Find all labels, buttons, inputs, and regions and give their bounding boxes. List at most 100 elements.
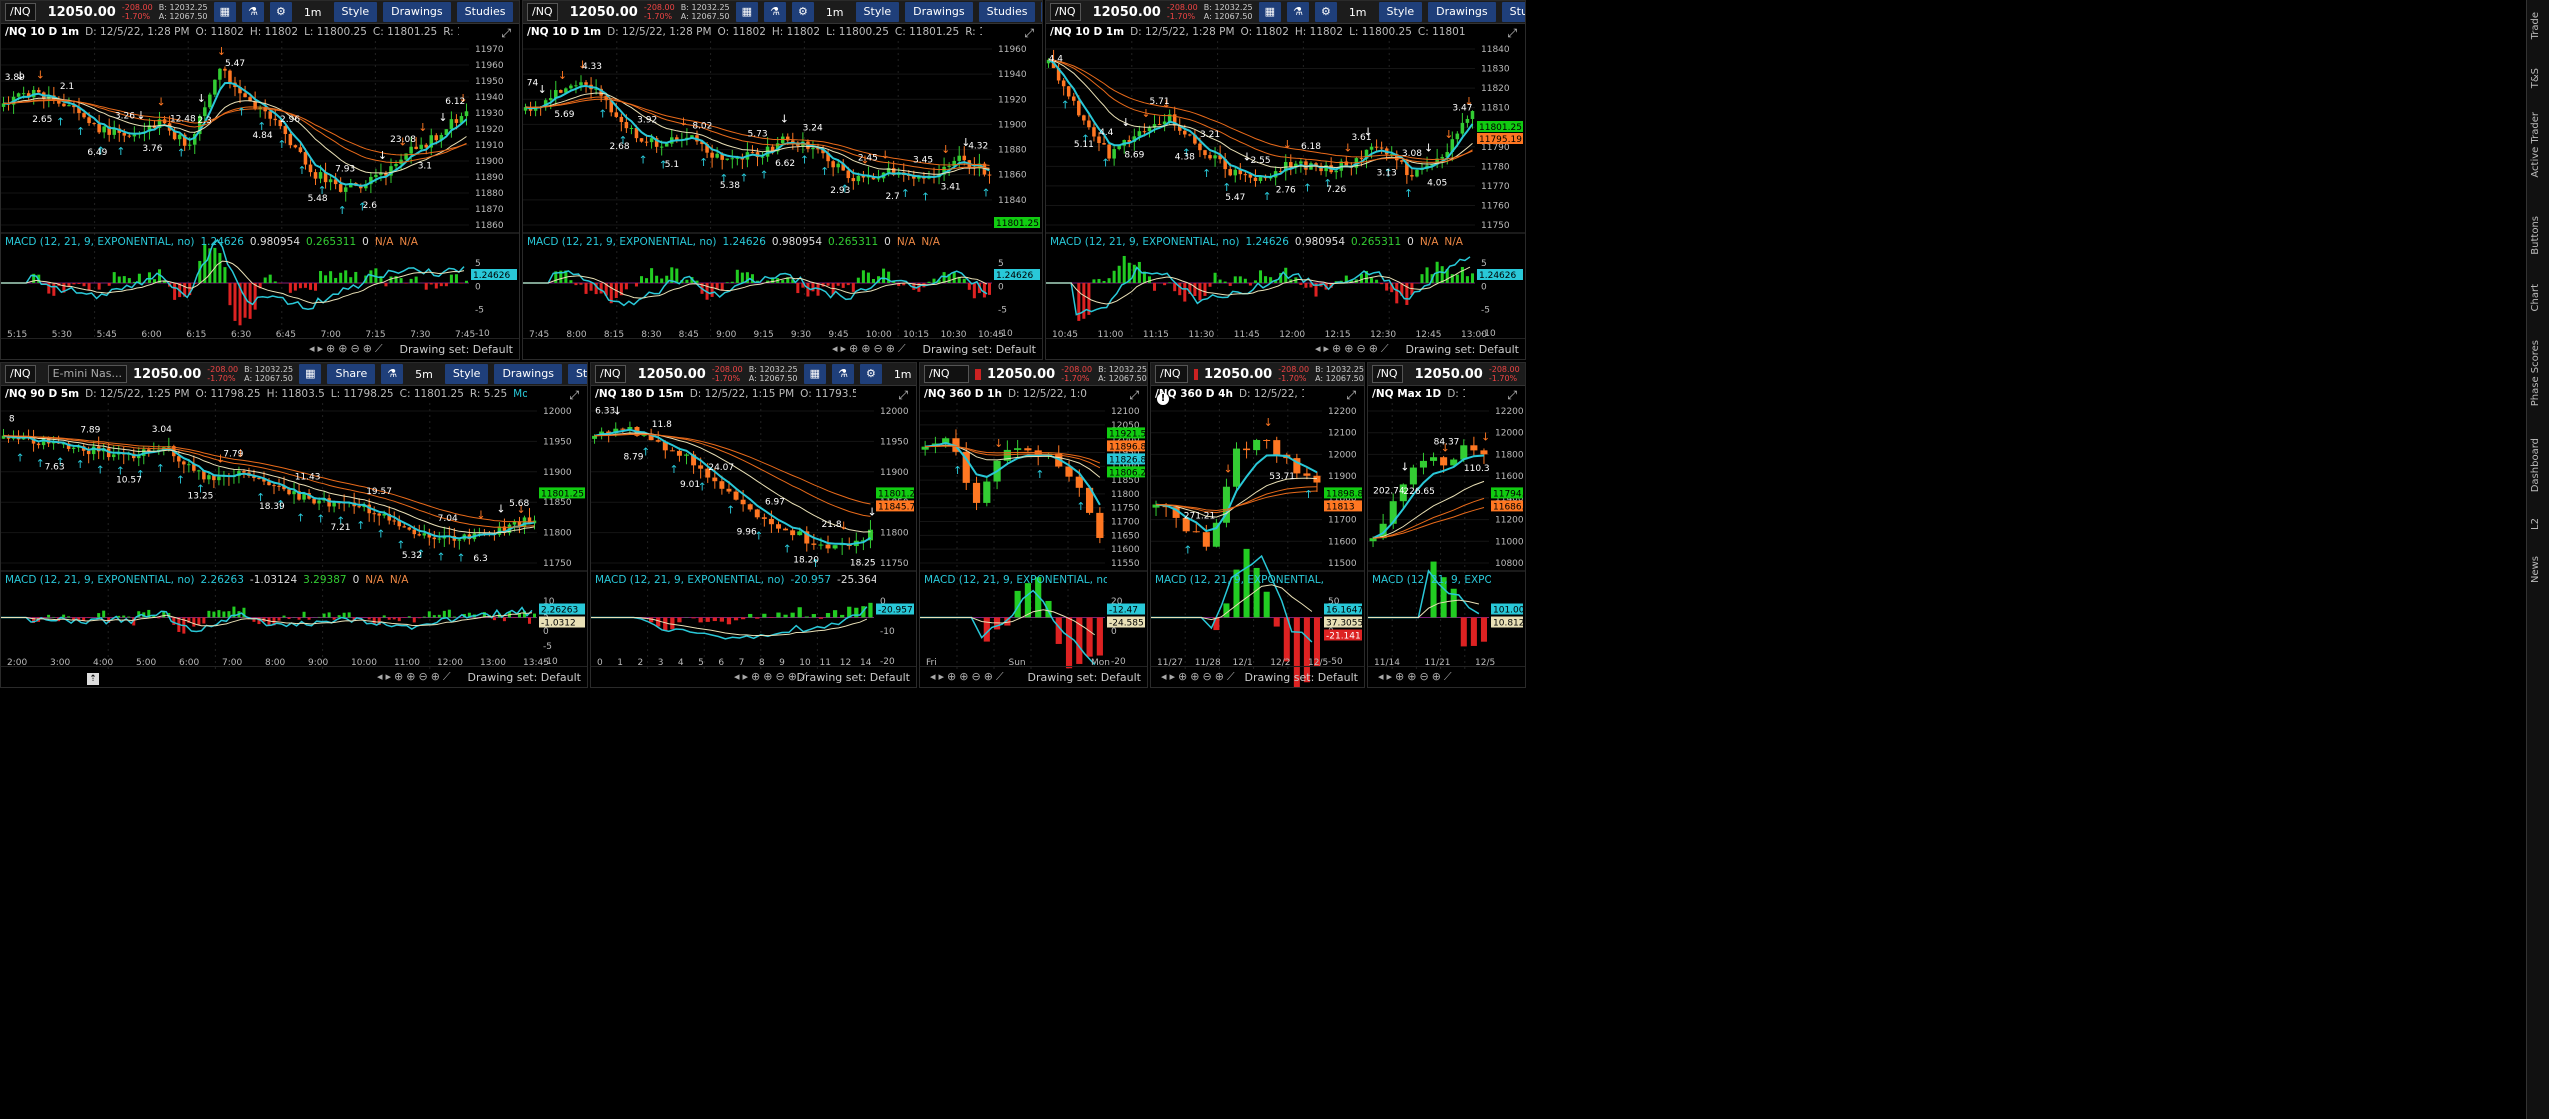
zoom-controls[interactable]: ◂▸⊕⊕⊖⊕⟋ [377, 670, 454, 684]
timeframe-select[interactable]: 1m [888, 368, 916, 381]
studies-button[interactable]: Studies [1501, 2, 1525, 22]
flask-icon[interactable]: ⚗ [242, 2, 264, 22]
maximize-icon[interactable]: ⤢ [1507, 388, 1517, 403]
chart-pane-4[interactable]: /NQ E-mini Nas... 12050.00 -208.00 -1.70% B: … [0, 362, 588, 688]
maximize-icon[interactable]: ⤢ [1024, 26, 1034, 41]
chart-pane-3[interactable]: /NQ 12050.00 -208.00 -1.70% B: 12032.25 A: 12… [1045, 0, 1526, 360]
maximize-icon[interactable]: ⤢ [1129, 388, 1139, 403]
chart-pane-7[interactable]: /NQ 12050.00 -208.00 -1.70% B: 12032.25 A: 12… [1150, 362, 1365, 688]
side-tab-l2[interactable]: L2 [2530, 518, 2541, 530]
studies-button[interactable]: Studies [978, 2, 1036, 22]
maximize-icon[interactable]: ⤢ [569, 388, 579, 403]
zoom-controls[interactable]: ◂▸⊕⊕⊖⊕⟋ [1315, 342, 1392, 356]
side-tab-dashboard[interactable]: Dashboard [2530, 438, 2541, 492]
link-color-icon[interactable] [974, 368, 981, 380]
macd-tag: -20.957 [878, 606, 913, 616]
gear-icon[interactable]: ⚙ [791, 2, 814, 22]
symbol-input[interactable]: /NQ [1155, 365, 1188, 383]
drawing-set-label[interactable]: Drawing set: Default [1406, 343, 1519, 356]
style-button[interactable]: Style [1378, 2, 1423, 22]
zoom-controls[interactable]: ◂▸⊕⊕⊖⊕⟋ [832, 342, 909, 356]
collapse-icon[interactable]: ⇡ [87, 673, 99, 685]
macd-histogram-bar [1213, 272, 1217, 283]
candle-body [754, 509, 760, 518]
side-tab-trade[interactable]: Trade [2530, 12, 2541, 39]
chart-pane-6[interactable]: /NQ 12050.00 -208.00 -1.70% B: 12032.25 A: 12… [919, 362, 1148, 688]
ohlc-date: D: 12/5/22 [1447, 388, 1465, 400]
symbol-input[interactable]: /NQ [5, 365, 36, 383]
candle-body [61, 443, 66, 445]
side-tab-active-trader[interactable]: Active Trader [2530, 112, 2541, 178]
zoom-controls[interactable]: ◂▸⊕⊕⊖⊕⟋ [1161, 670, 1238, 684]
maximize-icon[interactable]: ⤢ [1507, 26, 1517, 41]
drawings-button[interactable]: Drawings [383, 2, 451, 22]
side-tab-phase-scores[interactable]: Phase Scores [2530, 340, 2541, 406]
style-button[interactable]: Style [855, 2, 900, 22]
link-color-icon[interactable] [1193, 368, 1198, 380]
studies-button[interactable]: Studies [567, 364, 587, 384]
drawing-set-label[interactable]: Drawing set: Default [400, 343, 513, 356]
buy-arrow: ↑ [1222, 181, 1231, 194]
chart-type-icon[interactable]: ▦ [1258, 2, 1282, 22]
price-tag-bg [1477, 121, 1523, 132]
flask-icon[interactable]: ⚗ [764, 2, 786, 22]
moving-average-line [1372, 480, 1485, 539]
zoom-controls[interactable]: ◂▸⊕⊕⊖⊕⟋ [309, 342, 386, 356]
style-button[interactable]: Style [444, 364, 489, 384]
symbol-input[interactable]: /NQ [595, 365, 626, 383]
macd-histogram-bar [82, 617, 86, 621]
timeframe-select[interactable]: 1m [1343, 6, 1373, 19]
drawing-set-label[interactable]: Drawing set: Default [797, 671, 910, 684]
chart-pane-8[interactable]: /NQ12050.00-208.00-1.70%B: 12032.25A: 12… [1367, 362, 1526, 688]
chart-type-icon[interactable]: ▦ [299, 364, 322, 384]
drawing-set-label[interactable]: Drawing set: Default [1245, 671, 1358, 684]
drawing-set-label[interactable]: Drawing set: Default [1028, 671, 1141, 684]
gear-icon[interactable]: ⚙ [269, 2, 292, 22]
side-tab-t-s[interactable]: T&S [2530, 68, 2541, 88]
timeframe-select[interactable]: 1m [298, 6, 328, 19]
side-tab-news[interactable]: News [2530, 556, 2541, 583]
symbol-input[interactable]: /NQ [527, 3, 558, 21]
info-icon[interactable]: ! [1157, 393, 1169, 405]
zoom-controls[interactable]: ◂▸⊕⊕⊖⊕⟋ [1378, 670, 1455, 684]
chart-type-icon[interactable]: ▦ [735, 2, 759, 22]
maximize-icon[interactable]: ⤢ [898, 388, 908, 403]
chart-pane-1[interactable]: /NQ 12050.00 -208.00 -1.70% B: 12032.25 A: 12… [0, 0, 520, 360]
studies-button[interactable]: Studies [456, 2, 514, 22]
chart-pane-2[interactable]: /NQ 12050.00 -208.00 -1.70% B: 12032.25 A: 12… [522, 0, 1043, 360]
drawings-button[interactable]: Drawings [905, 2, 973, 22]
candle-body [394, 163, 398, 167]
maximize-icon[interactable]: ⤢ [501, 26, 511, 41]
symbol-input[interactable]: /NQ [924, 365, 969, 383]
zoom-controls[interactable]: ◂▸⊕⊕⊖⊕⟋ [930, 670, 1007, 684]
timeframe-select[interactable]: 5m [409, 368, 439, 381]
maximize-icon[interactable]: ⤢ [1346, 388, 1356, 403]
candle-body [347, 502, 351, 504]
candle-body [172, 130, 177, 140]
chart-type-icon[interactable]: ▦ [213, 2, 237, 22]
y-tick-label: 11890 [475, 173, 504, 183]
side-tab-buttons[interactable]: Buttons [2530, 216, 2541, 255]
flask-icon[interactable]: ⚗ [1287, 2, 1309, 22]
symbol-input[interactable]: /NQ [1050, 3, 1081, 21]
chart-type-icon[interactable]: ▦ [803, 364, 827, 384]
symbol-input[interactable]: /NQ [5, 3, 36, 21]
candle-body [217, 476, 221, 481]
timeframe-select[interactable]: 1m [820, 6, 850, 19]
symbol-input[interactable]: /NQ [1372, 365, 1403, 383]
gear-icon[interactable]: ⚙ [859, 364, 882, 384]
drawing-set-label[interactable]: Drawing set: Default [468, 671, 581, 684]
patterns-button[interactable]: Patterns [1041, 2, 1042, 22]
side-tab-chart[interactable]: Chart [2530, 284, 2541, 311]
drawings-button[interactable]: Drawings [494, 364, 562, 384]
flask-icon[interactable]: ⚗ [832, 364, 854, 384]
share-button[interactable]: Share [327, 364, 376, 384]
style-button[interactable]: Style [333, 2, 378, 22]
gear-icon[interactable]: ⚙ [1314, 2, 1337, 22]
macd-tick-label: 50 [1328, 597, 1340, 607]
drawing-set-label[interactable]: Drawing set: Default [923, 343, 1036, 356]
flask-icon[interactable]: ⚗ [381, 364, 404, 384]
price-tag: 11921.50 [1109, 429, 1148, 439]
chart-pane-5[interactable]: /NQ 12050.00 -208.00 -1.70% B: 12032.25 A: 12… [590, 362, 917, 688]
drawings-button[interactable]: Drawings [1428, 2, 1496, 22]
